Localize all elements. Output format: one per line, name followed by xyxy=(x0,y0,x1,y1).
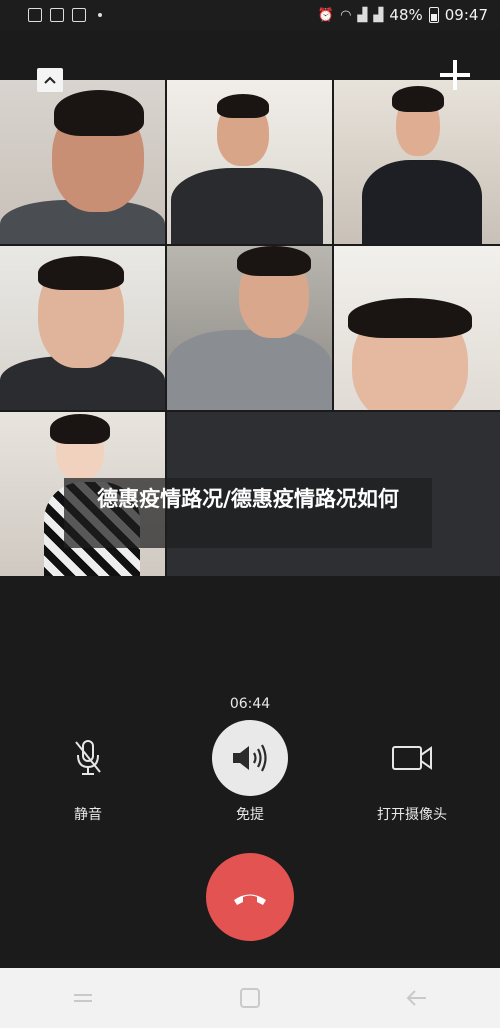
video-camera-icon xyxy=(392,746,432,770)
battery-icon xyxy=(428,7,439,23)
recent-apps-icon xyxy=(74,994,93,1002)
add-participant-button[interactable] xyxy=(440,60,470,90)
wifi-icon: ◠ xyxy=(340,7,352,23)
video-tile[interactable] xyxy=(0,246,165,410)
signal-4g-icon: ▟ xyxy=(357,7,368,23)
hangup-icon xyxy=(234,894,266,905)
top-strip xyxy=(0,30,500,80)
battery-percent: 48% xyxy=(389,6,423,24)
collapse-button[interactable] xyxy=(37,68,63,92)
video-tile[interactable] xyxy=(334,246,500,410)
home-button[interactable] xyxy=(237,985,263,1011)
status-right-icons: ⏰ ◠ ▟ ▟ 48% 09:47 xyxy=(318,6,488,24)
back-button[interactable] xyxy=(404,985,430,1011)
mute-label: 静音 xyxy=(74,807,102,823)
hangup-button[interactable] xyxy=(206,853,294,941)
status-time: 09:47 xyxy=(444,6,488,24)
video-tile[interactable] xyxy=(0,80,165,244)
gallery-icon xyxy=(28,8,42,22)
speaker-icon xyxy=(233,744,267,772)
speaker-button[interactable]: 免提 xyxy=(180,720,320,824)
back-arrow-icon xyxy=(406,990,426,1006)
mute-button[interactable]: 静音 xyxy=(18,720,158,824)
mic-off-icon xyxy=(75,740,101,775)
video-tile[interactable] xyxy=(334,80,500,244)
video-tile[interactable] xyxy=(167,246,332,410)
camera-button[interactable]: 打开摄像头 xyxy=(342,720,482,824)
camera-label: 打开摄像头 xyxy=(377,807,447,823)
alarm-icon: ⏰ xyxy=(317,7,335,23)
status-bar: ⏰ ◠ ▟ ▟ 48% 09:47 xyxy=(0,0,500,30)
paw-icon xyxy=(72,8,86,22)
overlay-title: 德惠疫情路况/德惠疫情路况如何 xyxy=(64,478,432,548)
speaker-circle xyxy=(212,720,288,796)
paw-icon xyxy=(50,8,64,22)
chevron-up-icon xyxy=(44,76,56,84)
dot-icon xyxy=(98,13,102,17)
call-duration: 06:44 xyxy=(229,696,271,712)
home-icon xyxy=(239,988,260,1008)
signal-icon: ▟ xyxy=(373,7,384,23)
recent-apps-button[interactable] xyxy=(70,985,96,1011)
video-tile[interactable] xyxy=(167,80,332,244)
navigation-bar xyxy=(0,968,500,1028)
speaker-label: 免提 xyxy=(236,807,264,823)
status-left-icons xyxy=(28,8,102,22)
